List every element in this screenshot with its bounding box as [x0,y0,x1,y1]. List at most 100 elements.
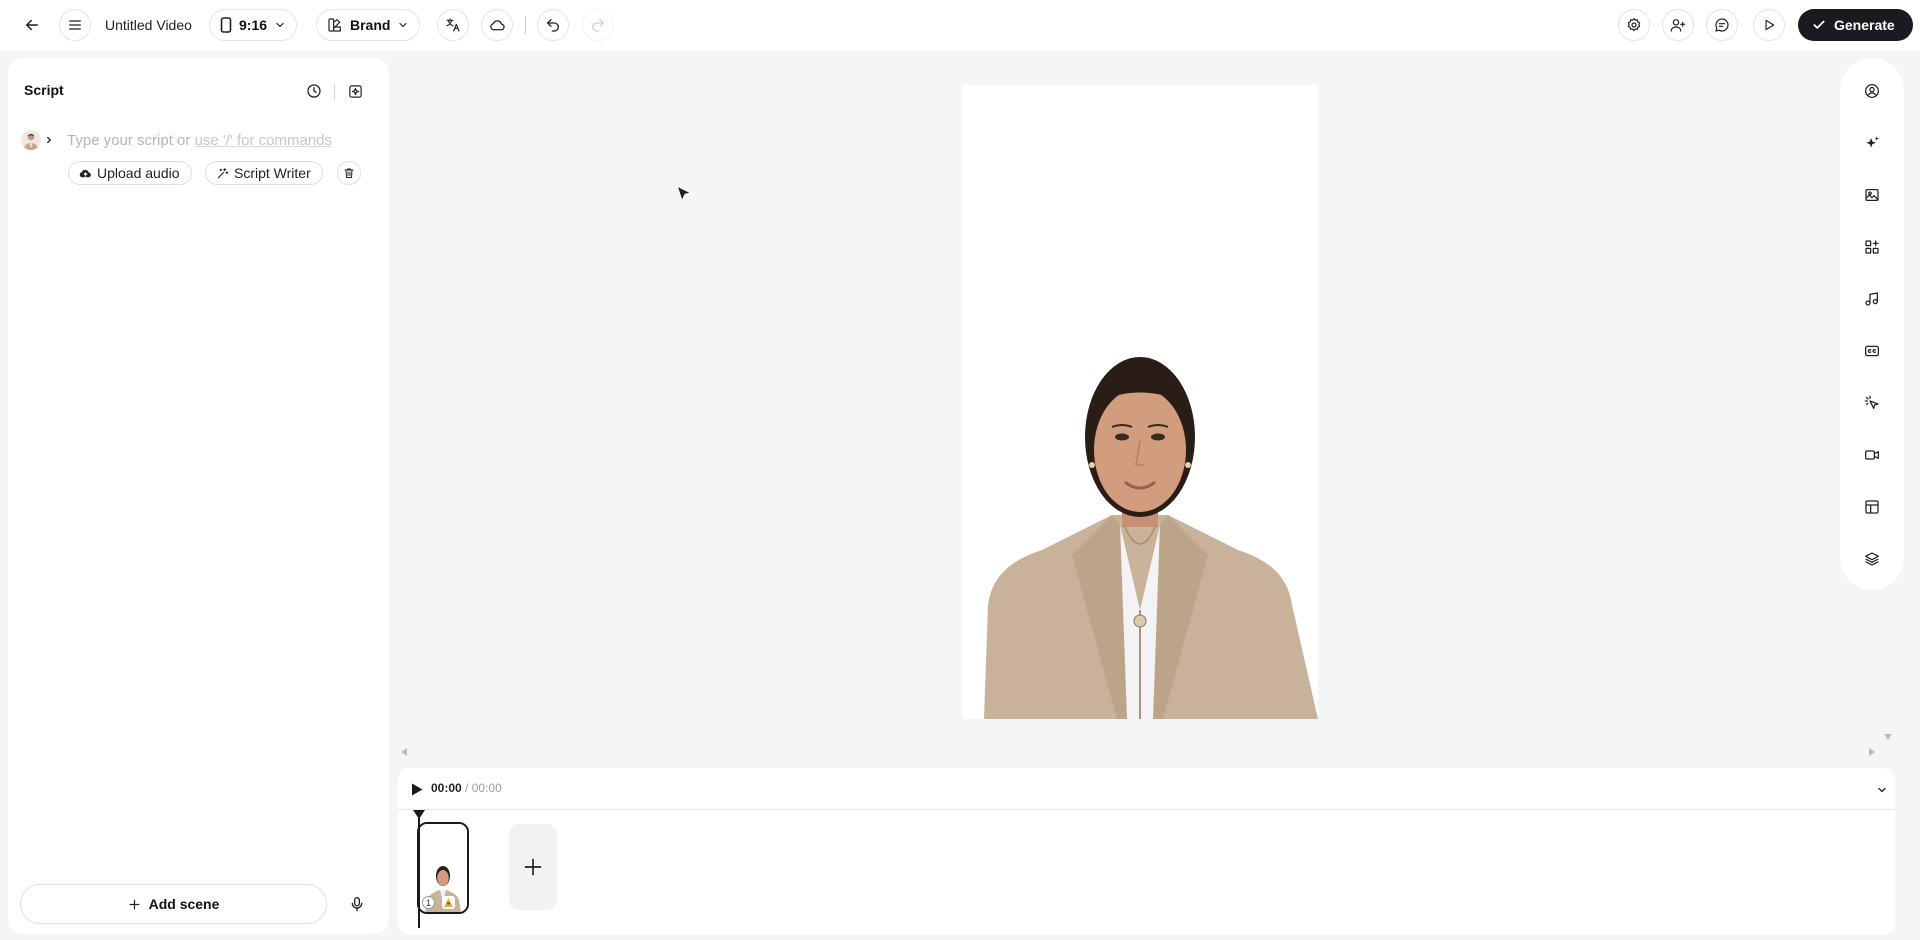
delete-scene-button[interactable] [337,161,361,185]
avatar-presenter-image[interactable] [962,85,1318,719]
record-voice-button[interactable] [345,892,369,916]
mouse-cursor-icon [676,185,692,202]
image-icon [1865,189,1879,201]
rail-layers-button[interactable] [1861,548,1883,570]
rail-interactivity-button[interactable] [1861,392,1883,414]
check-icon [1813,20,1825,29]
rail-captions-button[interactable] [1861,340,1883,362]
plus-icon [524,858,542,876]
add-scene-label: Add scene [148,896,220,912]
redo-icon [592,19,604,32]
phone-icon [220,17,232,33]
divider [525,16,526,34]
scene-number-badge: 1 [422,896,435,909]
chevron-right-icon [47,136,51,144]
play-icon [412,783,423,795]
cloud-upload-icon [79,169,91,177]
script-title: Script [24,82,64,98]
scroll-down-arrow[interactable] [1884,734,1892,740]
script-writer-button[interactable]: Script Writer [205,161,323,185]
undo-button[interactable] [537,9,569,41]
layers-icon [1865,552,1879,566]
rail-music-button[interactable] [1861,288,1883,310]
scroll-left-arrow[interactable] [401,748,407,756]
layout-icon [1865,500,1879,514]
music-note-icon [1865,292,1878,306]
clock-icon [307,84,321,98]
arrow-left-icon [26,19,38,31]
avatar-expand-button[interactable] [41,129,57,151]
preview-play-button[interactable] [1753,9,1785,41]
aspect-ratio-label: 9:16 [239,17,268,33]
closed-captions-icon [1865,345,1879,357]
avatar-badge-icon [443,897,454,908]
chevron-down-icon [276,22,284,28]
script-placeholder: Type your script or [67,132,191,149]
rail-record-button[interactable] [1861,444,1883,466]
rail-avatar-button[interactable] [1861,80,1883,102]
scene-thumbnail[interactable]: 1 [417,822,469,914]
playhead[interactable] [418,818,420,928]
translate-icon [446,18,460,32]
menu-icon [69,20,81,30]
avatar-thumbnail-image [24,133,38,150]
menu-button[interactable] [59,9,91,41]
video-camera-icon [1865,450,1879,460]
avatar[interactable] [21,130,41,150]
script-writer-label: Script Writer [234,165,311,181]
history-button[interactable] [303,80,325,102]
rail-layout-button[interactable] [1861,496,1883,518]
magic-wand-icon [217,167,229,178]
top-bar: Untitled Video 9:16 Brand Generate [0,0,1920,50]
sparkle-icon [1865,135,1879,148]
gear-icon [1627,18,1641,32]
tool-rail [1840,58,1904,590]
time-separator: / [465,781,469,795]
commands-hint: use '/' for commands [194,132,333,149]
settings-button[interactable] [1618,9,1650,41]
add-scene-timeline-button[interactable] [509,824,557,910]
chevron-down-icon [1878,787,1886,793]
timeline-play-button[interactable] [409,781,425,797]
timecode: 00:00 / 00:00 [431,781,502,795]
generate-button[interactable]: Generate [1798,9,1913,41]
invite-user-button[interactable] [1662,9,1694,41]
collapse-timeline-button[interactable] [1874,782,1890,798]
rail-elements-button[interactable] [1861,236,1883,258]
total-time: 00:00 [471,781,502,795]
timeline-track: 1 [398,810,1895,935]
back-button[interactable] [20,13,44,37]
brand-dropdown[interactable]: Brand [316,9,421,41]
play-icon [1765,19,1775,31]
add-scene-button[interactable]: Add scene [20,884,327,924]
undo-icon [547,19,559,32]
video-canvas[interactable] [962,85,1318,719]
script-ai-button[interactable] [344,80,366,102]
script-panel: Script Type your script or use '/' for c… [8,58,389,934]
comments-button[interactable] [1706,9,1738,41]
playhead-handle[interactable] [413,810,425,819]
upload-audio-label: Upload audio [97,165,180,181]
cloud-save-button[interactable] [481,9,513,41]
user-circle-icon [1865,84,1879,98]
current-time: 00:00 [431,781,462,795]
plus-icon [129,899,140,909]
script-input[interactable]: Type your script or use '/' for commands [67,132,332,149]
aspect-ratio-dropdown[interactable]: 9:16 [209,9,298,41]
cursor-click-icon [1864,395,1879,409]
chevron-down-icon [399,22,408,28]
brand-label: Brand [350,17,391,33]
rail-media-button[interactable] [1861,184,1883,206]
divider [334,84,335,100]
comment-icon [1715,18,1729,32]
scroll-right-arrow[interactable] [1869,748,1875,756]
microphone-icon [351,897,363,912]
video-title[interactable]: Untitled Video [105,15,192,35]
sparkle-box-icon [348,84,362,98]
brand-kit-icon [328,18,341,32]
redo-button[interactable] [582,9,614,41]
upload-audio-button[interactable]: Upload audio [68,161,192,185]
add-user-icon [1670,19,1686,32]
translate-button[interactable] [437,9,469,41]
rail-ai-button[interactable] [1861,132,1883,154]
